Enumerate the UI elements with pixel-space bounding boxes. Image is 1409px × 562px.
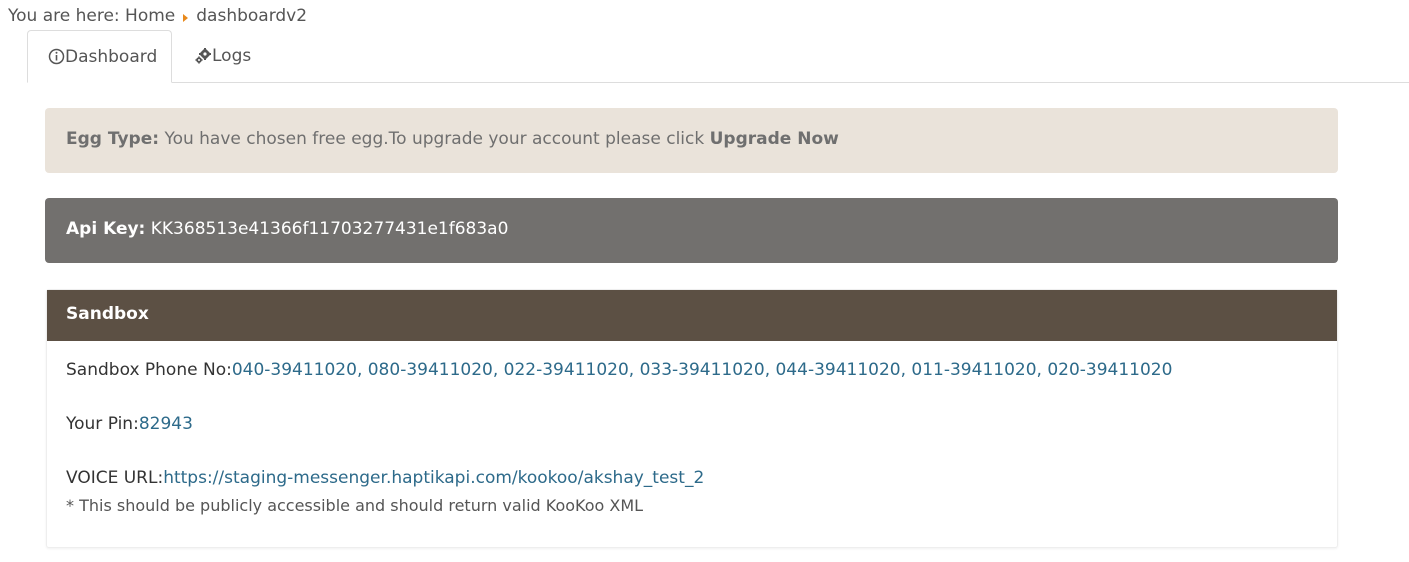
sandbox-phone-numbers: 040-39411020, 080-39411020, 022-39411020… [231,360,1173,380]
breadcrumb-arrow-icon [183,14,189,22]
tab-logs[interactable]: Logs [194,30,251,82]
tab-dashboard-label: Dashboard [65,46,158,67]
sandbox-title: Sandbox [47,290,1337,341]
voice-url-label: VOICE URL: [66,468,164,488]
tab-dashboard[interactable]: Dashboard [27,30,172,83]
breadcrumb-current: dashboardv2 [196,6,308,26]
sandbox-voice-row: VOICE URL:https://staging-messenger.hapt… [66,468,1318,488]
sandbox-pin-row: Your Pin:82943 [66,414,1318,434]
voice-url-note: * This should be publicly accessible and… [66,496,644,515]
breadcrumb-home-link[interactable]: Home [125,6,175,26]
sandbox-phone-row: Sandbox Phone No:040-39411020, 080-39411… [66,360,1318,380]
info-circle-icon [47,48,65,66]
egg-type-alert: Egg Type: You have chosen free egg.To up… [45,108,1338,173]
egg-type-message: You have chosen free egg.To upgrade your… [164,129,705,149]
tab-logs-label: Logs [212,46,252,66]
api-key-label: Api Key: [66,219,146,239]
sandbox-body: Sandbox Phone No:040-39411020, 080-39411… [47,341,1337,534]
breadcrumb: You are here: Home dashboardv2 [8,6,307,26]
sandbox-pin-value: 82943 [138,414,193,434]
voice-url-link[interactable]: https://staging-messenger.haptikapi.com/… [163,468,704,488]
breadcrumb-prefix: You are here: [8,6,120,26]
gears-icon [194,47,212,65]
sandbox-phone-label: Sandbox Phone No: [66,360,232,380]
upgrade-now-link[interactable]: Upgrade Now [710,129,839,149]
api-key-value: KK368513e41366f11703277431e1f683a0 [150,219,509,239]
egg-type-label: Egg Type: [66,129,160,149]
tab-bar: Dashboard Logs [27,30,1409,83]
sandbox-pin-label: Your Pin: [66,414,139,434]
api-key-panel: Api Key: KK368513e41366f11703277431e1f68… [45,198,1338,263]
sandbox-panel: Sandbox Sandbox Phone No:040-39411020, 0… [46,289,1338,548]
